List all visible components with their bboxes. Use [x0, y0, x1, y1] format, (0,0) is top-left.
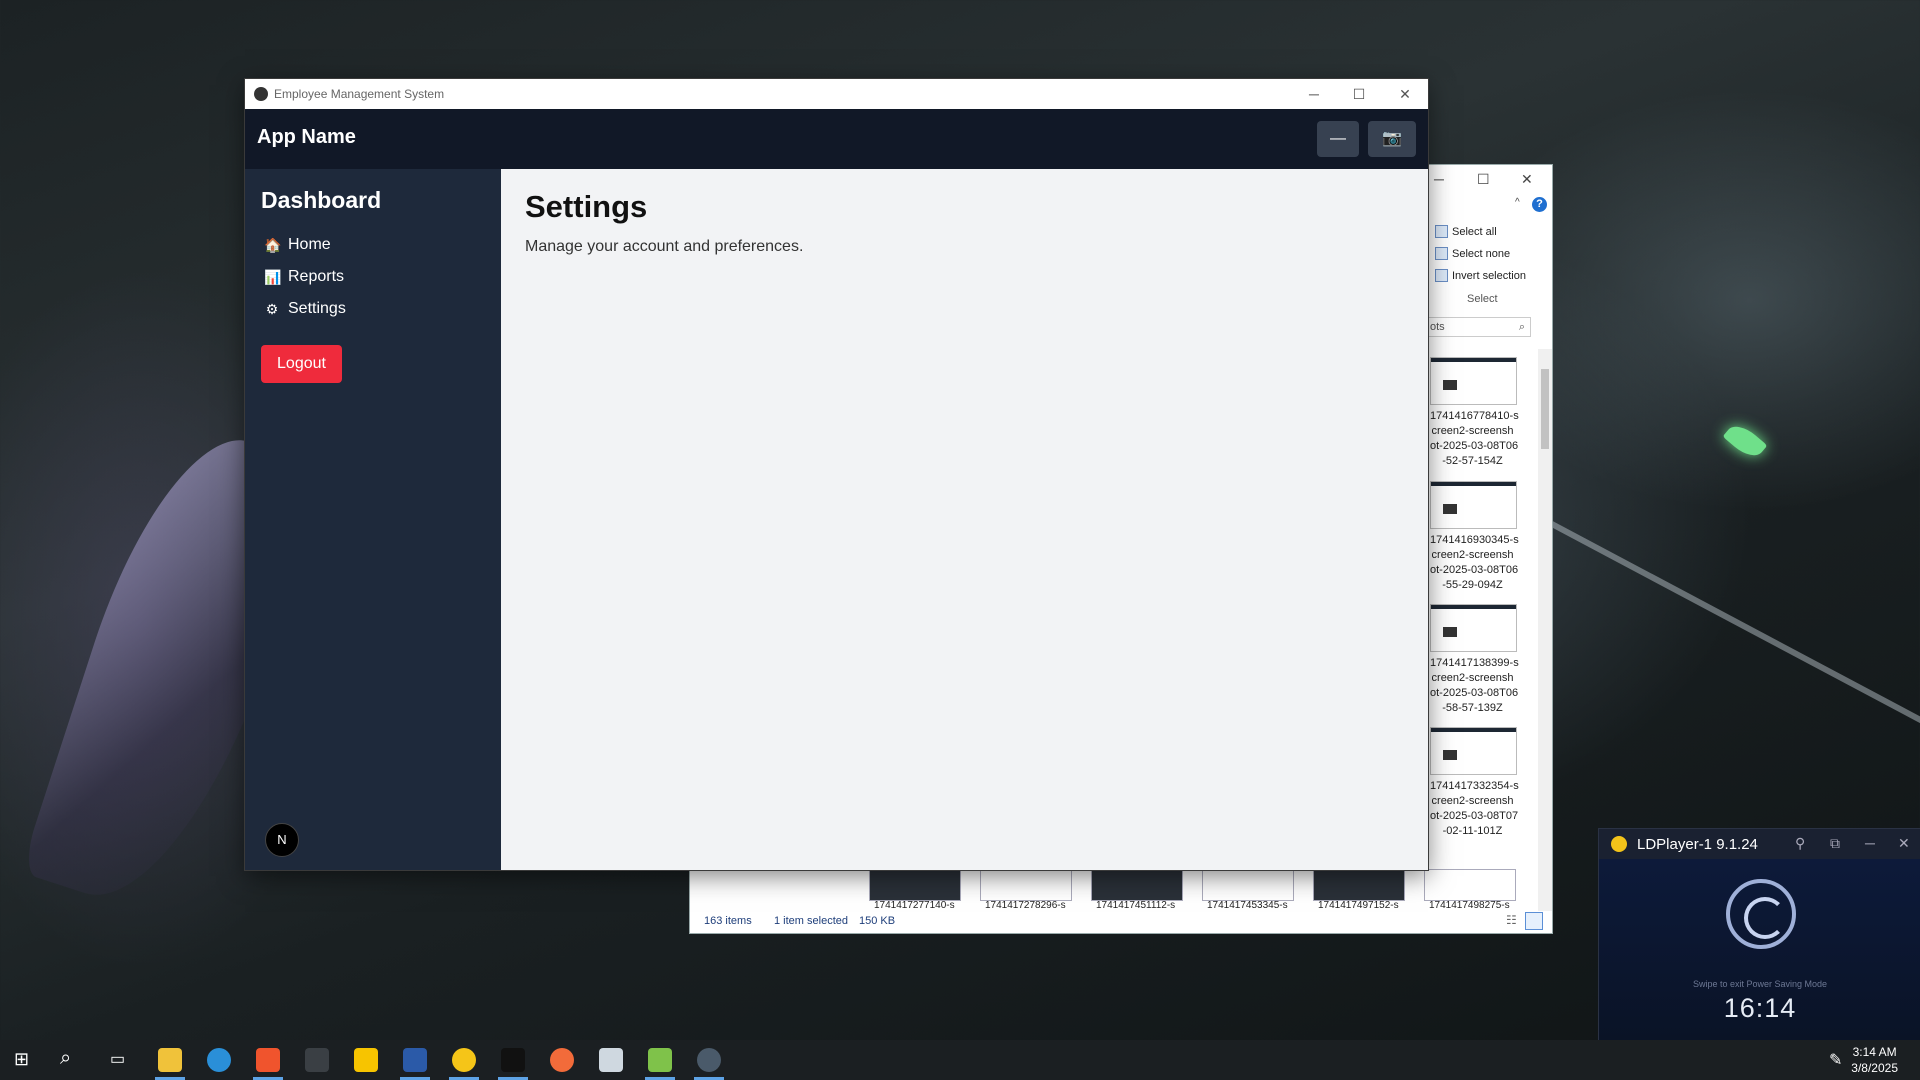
game-emblem-icon	[1726, 879, 1796, 949]
explorer-status-bar: 163 items 1 item selected 150 KB ☷	[690, 909, 1552, 933]
explorer-search-input[interactable]: ots ⌕	[1425, 317, 1531, 337]
ldplayer-titlebar[interactable]: LDPlayer-1 9.1.24 ⚲ ⧉ ─ ✕	[1599, 829, 1920, 859]
system-clock[interactable]: 3:14 AM 3/8/2025	[1851, 1044, 1898, 1076]
selection-count: 1 item selected	[774, 915, 848, 927]
window-titlebar[interactable]: Employee Management System ─ ☐ ✕	[245, 79, 1428, 110]
nextjs-logo-icon[interactable]: N	[265, 823, 299, 857]
window-close-button[interactable]: ✕	[1382, 79, 1428, 109]
file-item[interactable]: 1741417451112-s	[1091, 869, 1183, 911]
window-title: Employee Management System	[274, 87, 445, 101]
sidebar-item-label: Settings	[288, 300, 346, 317]
file-thumbnail	[1430, 357, 1517, 405]
select-none-icon	[1435, 247, 1448, 260]
explorer-close-button[interactable]: ✕	[1521, 171, 1533, 188]
item-count: 163 items	[704, 915, 752, 927]
invert-selection-button[interactable]: Invert selection	[1435, 269, 1526, 282]
details-view-icon[interactable]: ☷	[1506, 913, 1517, 927]
home-icon: 🏠	[264, 236, 282, 253]
mail-icon[interactable]	[599, 1048, 623, 1072]
file-thumbnail	[1430, 604, 1517, 652]
selection-size: 150 KB	[859, 915, 896, 927]
minus-icon: —	[1330, 130, 1346, 147]
ldplayer-screen[interactable]: Swipe to exit Power Saving Mode 16:14	[1599, 859, 1920, 1041]
app-name: App Name	[257, 126, 356, 148]
sidebar-item-home[interactable]: 🏠 Home	[264, 236, 331, 254]
gear-icon: ⚙	[265, 300, 279, 317]
file-explorer-icon[interactable]	[158, 1048, 182, 1072]
select-none-button[interactable]: Select none	[1435, 247, 1510, 260]
app-icon	[254, 87, 268, 101]
large-icons-view-icon[interactable]	[1525, 912, 1543, 930]
sidebar: Dashboard 🏠 Home 📊 Reports ⚙ Settings Lo…	[245, 169, 501, 870]
sidebar-item-settings[interactable]: ⚙ Settings	[264, 300, 346, 318]
ldplayer-title: LDPlayer-1 9.1.24	[1637, 836, 1758, 853]
file-item[interactable]: 1741417277140-s	[869, 869, 961, 911]
start-icon[interactable]: ⊞	[14, 1049, 29, 1070]
file-item[interactable]: 1741417497152-s	[1313, 869, 1405, 911]
top-navbar: App Name — 📷	[245, 109, 1428, 169]
explorer-minimize-button[interactable]: ─	[1434, 171, 1444, 187]
help-icon[interactable]: ?	[1532, 197, 1547, 212]
file-item[interactable]: 1741417278296-s	[980, 869, 1072, 911]
window-minimize-button[interactable]: ─	[1291, 79, 1337, 109]
clock-time: 3:14 AM	[1852, 1045, 1897, 1059]
ldplayer-minimize-button[interactable]: ─	[1865, 835, 1875, 851]
window-maximize-button[interactable]: ☐	[1336, 79, 1382, 109]
file-item[interactable]: 1741417332354-s creen2-screensh ot-2025-…	[1430, 727, 1519, 839]
select-all-icon	[1435, 225, 1448, 238]
taskbar: ⊞ ⌕ ▭ ✎ 3:14 AM 3/8/2025	[0, 1040, 1920, 1080]
task-view-icon[interactable]: ▭	[110, 1049, 125, 1069]
ldplayer-clock: 16:14	[1723, 993, 1797, 1023]
clock-date: 3/8/2025	[1851, 1061, 1898, 1075]
invert-selection-icon	[1435, 269, 1448, 282]
scrollbar-thumb[interactable]	[1541, 369, 1549, 449]
file-item[interactable]: 1741417138399-s creen2-screensh ot-2025-…	[1430, 604, 1519, 716]
file-item[interactable]: 1741416930345-s creen2-screensh ot-2025-…	[1430, 481, 1519, 593]
ldplayer-logo-icon	[1611, 836, 1627, 852]
search-icon[interactable]: ⌕	[60, 1047, 71, 1070]
ldplayer-close-button[interactable]: ✕	[1898, 835, 1910, 852]
edge-icon[interactable]	[207, 1048, 231, 1072]
ribbon-group-label: Select	[1467, 293, 1498, 305]
file-thumbnail	[1430, 727, 1517, 775]
ldplayer-window[interactable]: LDPlayer-1 9.1.24 ⚲ ⧉ ─ ✕ Swipe to exit …	[1598, 828, 1920, 1042]
sidebar-item-reports[interactable]: 📊 Reports	[264, 268, 344, 286]
pen-icon[interactable]: ✎	[1829, 1050, 1842, 1070]
file-thumbnail	[1430, 481, 1517, 529]
sticky-notes-icon[interactable]	[354, 1048, 378, 1072]
search-icon: ⌕	[1518, 321, 1525, 333]
wallpaper-rod	[1548, 520, 1920, 808]
minimize-button[interactable]: —	[1317, 121, 1359, 157]
file-item[interactable]: 1741417453345-s	[1202, 869, 1294, 911]
file-item[interactable]: 1741417498275-s	[1424, 869, 1516, 911]
sidebar-item-label: Reports	[288, 268, 345, 285]
postman-icon[interactable]	[550, 1048, 574, 1072]
vscode-icon[interactable]	[403, 1048, 427, 1072]
sidebar-title: Dashboard	[261, 187, 382, 213]
explorer-scrollbar[interactable]	[1538, 349, 1552, 911]
wallpaper-leaf	[1722, 419, 1768, 463]
screenshot-button[interactable]: 📷	[1368, 121, 1416, 157]
terminal-icon[interactable]	[305, 1048, 329, 1072]
restore-icon[interactable]: ⧉	[1830, 835, 1840, 852]
file-item[interactable]: 1741416778410-s creen2-screensh ot-2025-…	[1430, 357, 1519, 469]
chart-icon: 📊	[264, 268, 282, 285]
power-saving-hint: Swipe to exit Power Saving Mode	[1692, 979, 1828, 989]
capcut-icon[interactable]	[501, 1048, 525, 1072]
notepad-icon[interactable]	[648, 1048, 672, 1072]
page-title: Settings	[525, 189, 648, 224]
page-description: Manage your account and preferences.	[525, 238, 804, 255]
camera-icon: 📷	[1382, 130, 1402, 147]
sidebar-item-label: Home	[288, 236, 331, 253]
pin-icon[interactable]: ⚲	[1795, 835, 1805, 852]
explorer-maximize-button[interactable]: ☐	[1477, 171, 1490, 188]
brave-icon[interactable]	[256, 1048, 280, 1072]
logout-button[interactable]: Logout	[261, 345, 342, 383]
collapse-ribbon-icon[interactable]: ^	[1515, 197, 1520, 208]
employee-management-window: Employee Management System ─ ☐ ✕ App Nam…	[245, 79, 1428, 870]
ldplayer-icon[interactable]	[452, 1048, 476, 1072]
main-content: Settings Manage your account and prefere…	[501, 169, 1428, 870]
electron-icon[interactable]	[697, 1048, 721, 1072]
select-all-button[interactable]: Select all	[1435, 225, 1497, 238]
